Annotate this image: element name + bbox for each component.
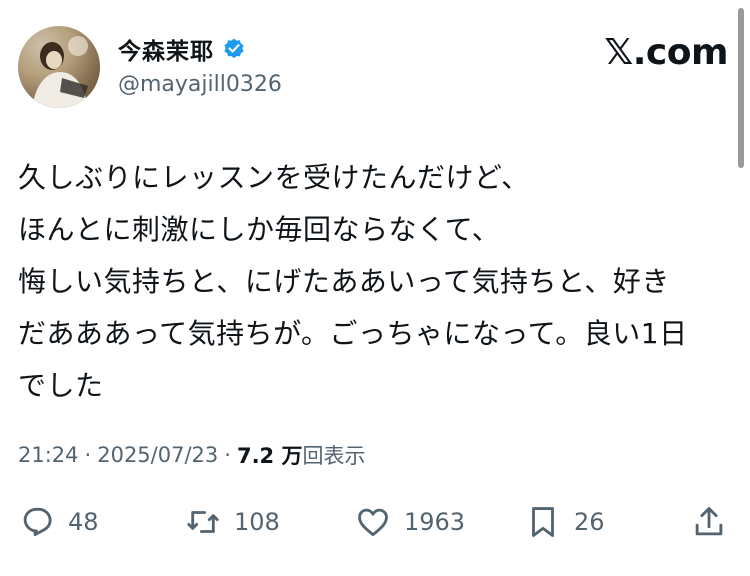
heart-icon (358, 508, 388, 537)
retweet-button[interactable]: 108 (184, 500, 280, 544)
like-button[interactable]: 1963 (354, 500, 465, 544)
name-row: 今森茉耶 (118, 32, 246, 66)
tweet-line: ほんとに刺激にしか毎回ならなくて、 (18, 213, 501, 246)
x-logo: 𝕏.com (604, 32, 728, 73)
reply-icon (23, 507, 52, 537)
retweet-icon (187, 511, 219, 533)
tweet-date[interactable]: 2025/07/23 (97, 443, 218, 467)
tweet-line: 久しぶりにレッスンを受けたんだけど、 (18, 161, 530, 194)
views-count: 7.2 万 (236, 444, 303, 468)
views-label: 回表示 (302, 444, 366, 468)
tweet-line: でした (18, 369, 104, 402)
user-handle[interactable]: @mayajill0326 (118, 72, 282, 97)
avatar-image (18, 26, 100, 108)
tweet-header: 今森茉耶 @mayajill0326 𝕏.com (18, 26, 730, 110)
reply-button[interactable]: 48 (18, 500, 99, 544)
tweet-text: 久しぶりにレッスンを受けたんだけど、 ほんとに刺激にしか毎回ならなくて、 悔しい… (18, 152, 730, 412)
display-name[interactable]: 今森茉耶 (118, 32, 214, 66)
meta-separator: · (84, 443, 92, 467)
tweet-time[interactable]: 21:24 (18, 443, 79, 467)
retweet-count: 108 (234, 508, 280, 536)
avatar[interactable] (18, 26, 100, 108)
verified-badge-icon (222, 37, 246, 61)
bookmark-icon (532, 507, 554, 537)
bookmark-count: 26 (574, 508, 605, 536)
share-button[interactable] (690, 500, 728, 544)
reply-count: 48 (68, 508, 99, 536)
bookmark-button[interactable]: 26 (524, 500, 605, 544)
meta-separator: · (224, 443, 231, 467)
tweet-line: だあああって気持ちが。ごっちゃになって。良い1日 (18, 317, 688, 350)
tweet-actions: 48 108 1963 26 (18, 500, 730, 544)
tweet-line: 悔しい気持ちと、にげたああいって気持ちと、好き (18, 265, 670, 298)
like-count: 1963 (404, 508, 466, 536)
share-icon (695, 507, 723, 536)
tweet-meta: 21:24 · 2025/07/23 · 7.2 万 回表示 (18, 440, 365, 470)
scrollbar[interactable] (738, 8, 744, 168)
